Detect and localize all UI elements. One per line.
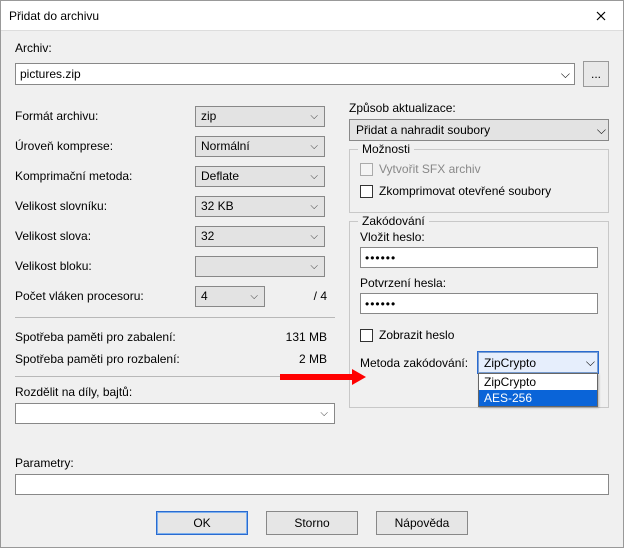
left-column: Formát archivu: zip⌵ Úroveň komprese: No… bbox=[15, 101, 335, 424]
chevron-down-icon: ⌵ bbox=[586, 355, 595, 370]
params-label: Parametry: bbox=[15, 456, 609, 470]
close-button[interactable] bbox=[578, 1, 623, 31]
level-label: Úroveň komprese: bbox=[15, 139, 195, 153]
cancel-button[interactable]: Storno bbox=[266, 511, 358, 535]
block-label: Velikost bloku: bbox=[15, 259, 195, 273]
word-select[interactable]: 32⌵ bbox=[195, 226, 325, 247]
right-column: Způsob aktualizace: Přidat a nahradit so… bbox=[349, 101, 609, 424]
enc-method-select[interactable]: ZipCrypto⌵ bbox=[478, 352, 598, 373]
word-label: Velikost slova: bbox=[15, 229, 195, 243]
enc-method-dropdown[interactable]: ZipCrypto AES-256 bbox=[478, 373, 598, 407]
method-select[interactable]: Deflate⌵ bbox=[195, 166, 325, 187]
browse-label: ... bbox=[591, 67, 601, 81]
split-label: Rozdělit na díly, bajtů: bbox=[15, 385, 335, 399]
confirm-label: Potvrzení hesla: bbox=[360, 276, 598, 290]
titlebar: Přidat do archivu bbox=[1, 1, 623, 31]
close-icon bbox=[596, 11, 606, 21]
confirm-input[interactable]: •••••• bbox=[360, 293, 598, 314]
update-label: Způsob aktualizace: bbox=[349, 101, 609, 115]
chevron-down-icon: ⌵ bbox=[306, 171, 322, 182]
content-area: Archiv: pictures.zip ⌵ ... Formát archiv… bbox=[1, 31, 623, 547]
ok-button[interactable]: OK bbox=[156, 511, 248, 535]
checkbox-icon bbox=[360, 185, 373, 198]
format-select[interactable]: zip⌵ bbox=[195, 106, 325, 127]
password-input[interactable]: •••••• bbox=[360, 247, 598, 268]
dialog-window: Přidat do archivu Archiv: pictures.zip ⌵… bbox=[0, 0, 624, 548]
browse-button[interactable]: ... bbox=[583, 61, 609, 87]
checkbox-icon bbox=[360, 163, 373, 176]
archive-combobox[interactable]: pictures.zip ⌵ bbox=[15, 63, 575, 85]
threads-max: / 4 bbox=[314, 289, 335, 303]
chevron-down-icon: ⌵ bbox=[306, 261, 322, 272]
block-select[interactable]: ⌵ bbox=[195, 256, 325, 277]
mem-pack-label: Spotřeba paměti pro zabalení: bbox=[15, 330, 176, 344]
button-bar: OK Storno Nápověda bbox=[1, 511, 623, 535]
help-button[interactable]: Nápověda bbox=[376, 511, 468, 535]
compress-open-checkbox[interactable]: Zkomprimovat otevřené soubory bbox=[360, 180, 598, 202]
threads-select[interactable]: 4⌵ bbox=[195, 286, 265, 307]
format-label: Formát archivu: bbox=[15, 109, 195, 123]
dict-label: Velikost slovníku: bbox=[15, 199, 195, 213]
chevron-down-icon: ⌵ bbox=[306, 231, 322, 242]
options-group: Možnosti Vytvořit SFX archiv Zkomprimova… bbox=[349, 149, 609, 213]
method-label: Komprimační metoda: bbox=[15, 169, 195, 183]
chevron-down-icon: ⌵ bbox=[306, 111, 322, 122]
chevron-down-icon: ⌵ bbox=[316, 408, 332, 419]
checkbox-icon bbox=[360, 329, 373, 342]
params-input[interactable] bbox=[15, 474, 609, 495]
mem-unpack-label: Spotřeba paměti pro rozbalení: bbox=[15, 352, 180, 366]
enc-option-aes256[interactable]: AES-256 bbox=[479, 390, 597, 406]
options-title: Možnosti bbox=[358, 142, 414, 156]
split-combobox[interactable]: ⌵ bbox=[15, 403, 335, 424]
archive-label: Archiv: bbox=[15, 41, 609, 55]
chevron-down-icon: ⌵ bbox=[306, 201, 322, 212]
mem-pack-value: 131 MB bbox=[286, 330, 335, 344]
dict-select[interactable]: 32 KB⌵ bbox=[195, 196, 325, 217]
show-password-checkbox[interactable]: Zobrazit heslo bbox=[360, 324, 598, 346]
chevron-down-icon: ⌵ bbox=[561, 67, 570, 82]
enc-method-label: Metoda zakódování: bbox=[360, 356, 478, 370]
archive-value: pictures.zip bbox=[20, 67, 81, 81]
encryption-group: Zakódování Vložit heslo: •••••• Potvrzen… bbox=[349, 221, 609, 408]
window-title: Přidat do archivu bbox=[9, 9, 99, 23]
enc-option-zipcrypto[interactable]: ZipCrypto bbox=[479, 374, 597, 390]
chevron-down-icon: ⌵ bbox=[246, 291, 262, 302]
update-select[interactable]: Přidat a nahradit soubory⌵ bbox=[349, 119, 609, 141]
sfx-checkbox: Vytvořit SFX archiv bbox=[360, 158, 598, 180]
chevron-down-icon: ⌵ bbox=[597, 123, 606, 138]
level-select[interactable]: Normální⌵ bbox=[195, 136, 325, 157]
mem-unpack-value: 2 MB bbox=[299, 352, 335, 366]
threads-label: Počet vláken procesoru: bbox=[15, 289, 195, 303]
chevron-down-icon: ⌵ bbox=[306, 141, 322, 152]
password-label: Vložit heslo: bbox=[360, 230, 598, 244]
encryption-title: Zakódování bbox=[358, 214, 429, 228]
